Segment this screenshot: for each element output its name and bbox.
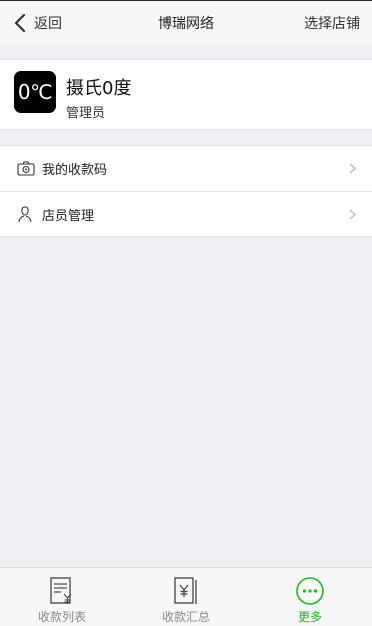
profile-name: 摄氏0度 xyxy=(66,78,132,99)
menu-list: 我的收款码 店员管理 xyxy=(0,145,372,237)
chevron-right-icon xyxy=(349,209,356,220)
back-label: 返回 xyxy=(34,16,62,32)
tab-label: 收款汇总 xyxy=(161,610,210,624)
tab-bar: 收款列表 收款汇总 更多 xyxy=(0,567,372,626)
tab-label: 更多 xyxy=(297,610,322,624)
more-icon xyxy=(295,576,325,610)
tab-more[interactable]: 更多 xyxy=(248,568,372,626)
menu-item-staff-management[interactable]: 店员管理 xyxy=(0,191,372,236)
chevron-right-icon xyxy=(349,163,356,174)
profile-role: 管理员 xyxy=(66,106,106,121)
menu-item-label: 我的收款码 xyxy=(42,163,108,178)
navigation-bar: 返回 博瑞网络 选择店铺 xyxy=(0,0,372,45)
avatar: 0℃ xyxy=(14,71,56,113)
tab-receipt-list[interactable]: 收款列表 xyxy=(0,568,124,626)
user-icon xyxy=(16,205,36,223)
profile-card: 0℃ 摄氏0度 管理员 xyxy=(0,59,372,130)
receipt-list-icon xyxy=(49,576,75,610)
menu-item-label: 店员管理 xyxy=(42,208,95,224)
tab-receipt-summary[interactable]: 收款汇总 xyxy=(124,568,248,626)
app: 返回 博瑞网络 选择店铺 0℃ 摄氏0度 管理员 我的收款码 店员管理 收款列表… xyxy=(0,0,372,626)
back-button[interactable]: 返回 xyxy=(14,11,62,35)
tab-label: 收款列表 xyxy=(37,610,86,624)
camera-icon xyxy=(16,160,36,178)
receipt-summary-icon xyxy=(172,576,200,610)
chevron-left-icon xyxy=(14,14,26,32)
select-store-button[interactable]: 选择店铺 xyxy=(304,13,360,33)
menu-item-payment-code[interactable]: 我的收款码 xyxy=(0,146,372,191)
